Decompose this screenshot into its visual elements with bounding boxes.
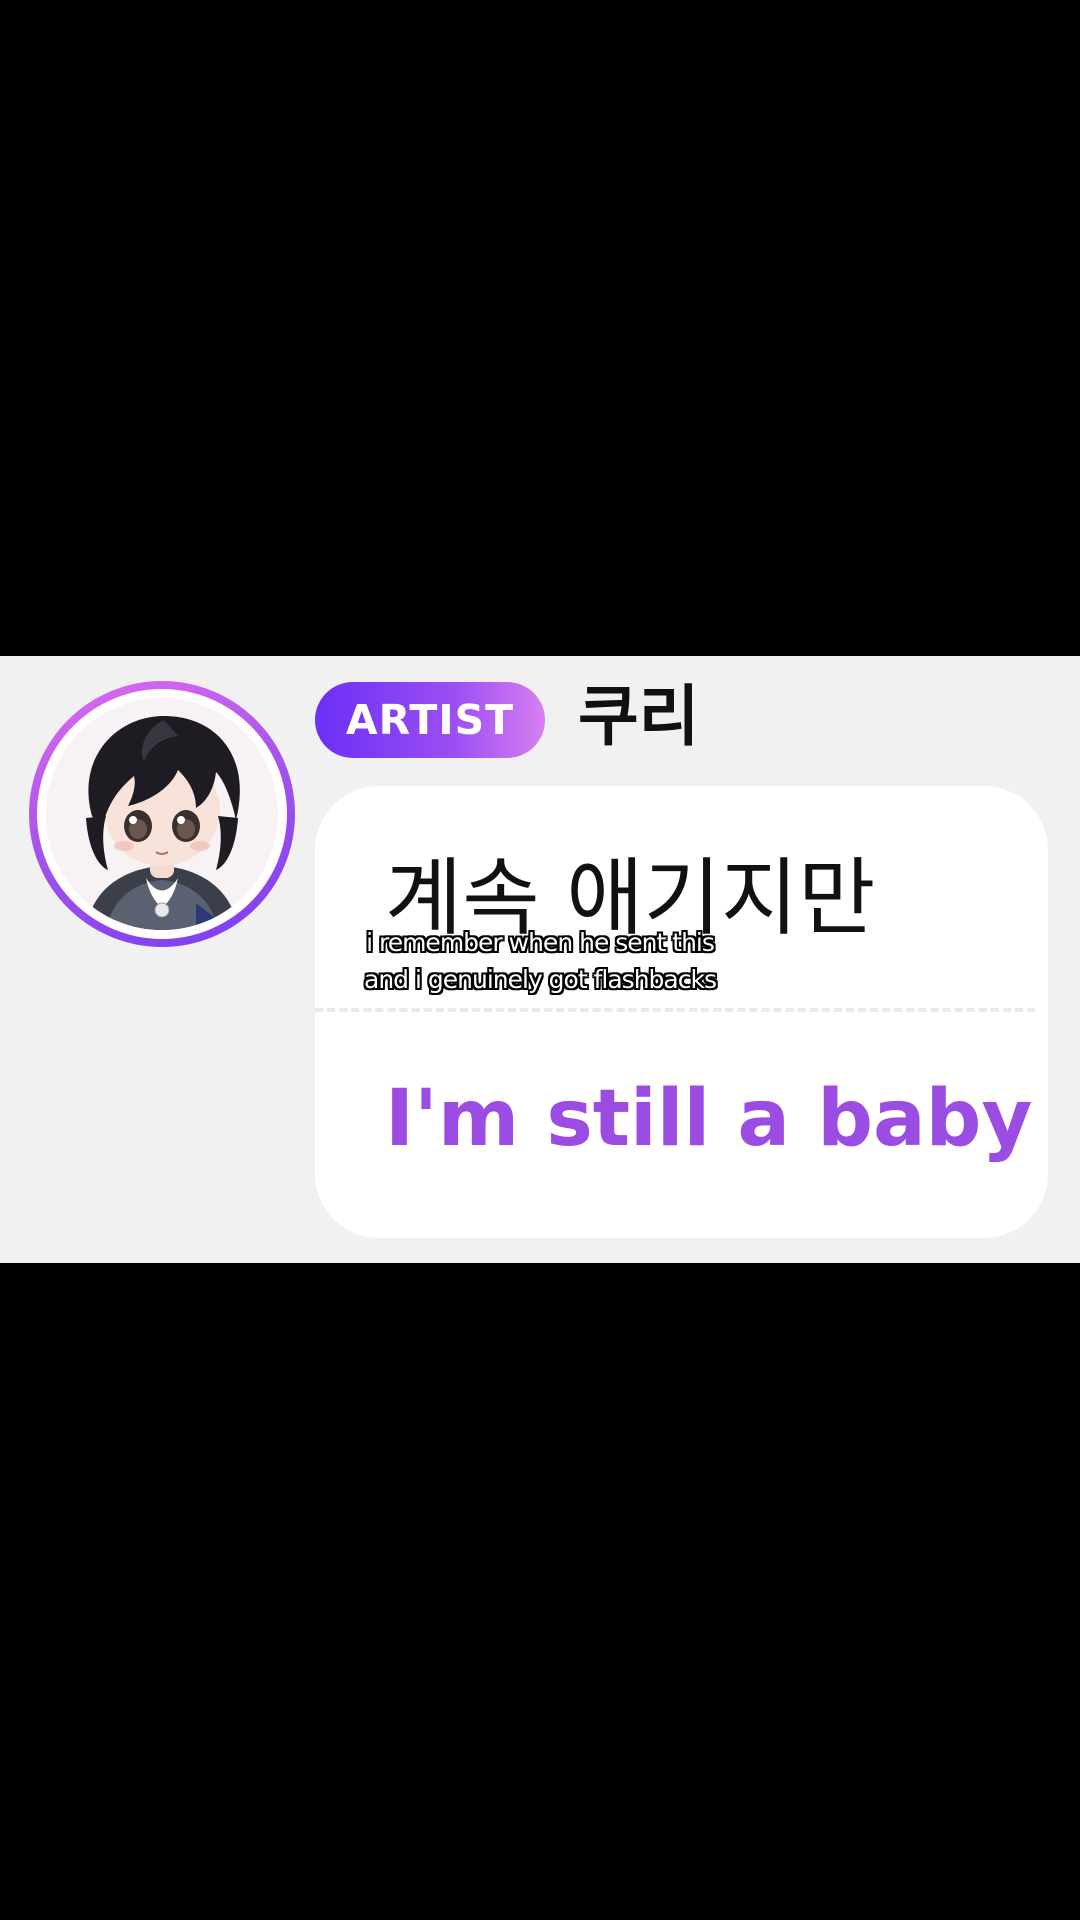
- artist-badge: ARTIST: [315, 682, 545, 758]
- message-bubble[interactable]: 계속 애기지만 I'm still a baby: [315, 786, 1048, 1238]
- chibi-avatar-illustration: [46, 698, 278, 930]
- translated-message-text: I'm still a baby: [385, 1074, 1033, 1164]
- caption-line-2: and i genuinely got flashbacks: [364, 965, 717, 994]
- caption-line-1: i remember when he sent this: [366, 928, 715, 957]
- avatar-frame: [37, 689, 287, 939]
- video-caption: i remember when he sent this and i genui…: [230, 924, 850, 998]
- artist-avatar-ring[interactable]: [29, 681, 295, 947]
- avatar: [46, 698, 278, 930]
- artist-name[interactable]: 쿠리: [578, 674, 699, 760]
- translation-divider: [315, 1008, 1035, 1012]
